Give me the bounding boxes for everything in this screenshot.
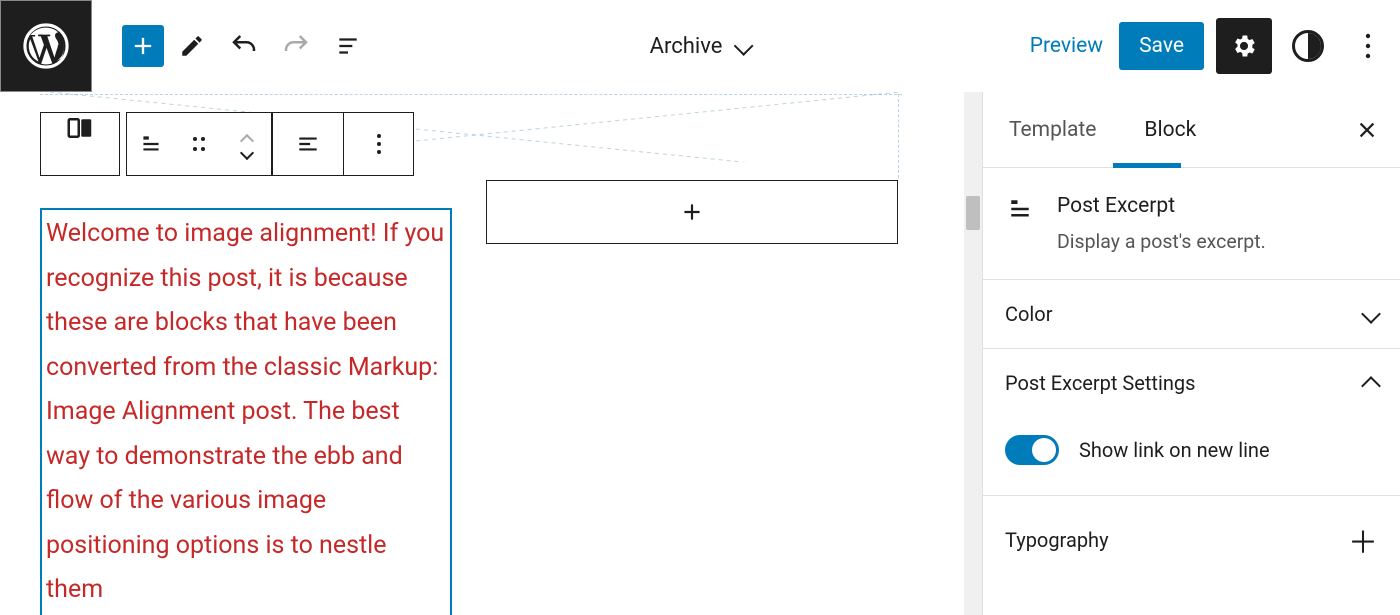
block-tool-group bbox=[126, 112, 272, 176]
list-view-icon bbox=[335, 33, 361, 59]
styles-button[interactable] bbox=[1284, 22, 1332, 70]
dots-vertical-icon bbox=[1365, 33, 1371, 59]
gear-icon bbox=[1230, 32, 1258, 60]
align-left-icon bbox=[295, 131, 321, 157]
block-card-description: Display a post's excerpt. bbox=[1057, 230, 1266, 253]
more-options-button[interactable] bbox=[1344, 22, 1392, 70]
panel-color-label: Color bbox=[1005, 302, 1052, 326]
columns-icon bbox=[65, 113, 95, 143]
block-card-title: Post Excerpt bbox=[1057, 194, 1266, 218]
chevron-up-icon bbox=[1361, 376, 1381, 396]
dots-vertical-icon bbox=[376, 133, 382, 155]
drag-icon bbox=[189, 134, 209, 154]
block-more-button[interactable] bbox=[343, 113, 413, 175]
tab-template[interactable]: Template bbox=[1005, 94, 1100, 166]
panel-excerpt-settings[interactable]: Post Excerpt Settings bbox=[983, 349, 1400, 417]
excerpt-text: Welcome to image alignment! If you recog… bbox=[46, 219, 444, 604]
redo-button[interactable] bbox=[272, 22, 320, 70]
post-excerpt-icon bbox=[1005, 194, 1035, 224]
wordpress-icon bbox=[23, 23, 69, 69]
styles-icon bbox=[1292, 30, 1324, 62]
canvas-scrollbar[interactable] bbox=[964, 92, 982, 615]
block-card: Post Excerpt Display a post's excerpt. bbox=[983, 168, 1400, 280]
undo-icon bbox=[229, 31, 259, 61]
transform-button[interactable] bbox=[127, 113, 175, 175]
close-sidebar-button[interactable] bbox=[1356, 119, 1378, 141]
document-title-button[interactable]: Archive bbox=[650, 34, 751, 59]
show-link-newline-label: Show link on new line bbox=[1079, 438, 1270, 462]
block-toolbar bbox=[40, 112, 414, 176]
panel-color[interactable]: Color bbox=[983, 280, 1400, 349]
tab-block[interactable]: Block bbox=[1140, 94, 1200, 166]
settings-sidebar: Template Block Post Excerpt Display a po… bbox=[982, 92, 1400, 615]
panel-settings-label: Post Excerpt Settings bbox=[1005, 371, 1195, 395]
toolbar-left bbox=[122, 22, 372, 70]
redo-icon bbox=[281, 31, 311, 61]
chevron-down-icon bbox=[1361, 304, 1381, 324]
plus-icon: ＋ bbox=[1348, 518, 1378, 562]
move-buttons[interactable] bbox=[223, 113, 271, 175]
chevron-down-icon bbox=[733, 36, 753, 56]
show-link-newline-row: Show link on new line bbox=[983, 417, 1400, 496]
editor-canvas: Welcome to image alignment! If you recog… bbox=[0, 92, 982, 615]
block-tool-group-2 bbox=[272, 112, 414, 176]
preview-button[interactable]: Preview bbox=[1026, 24, 1107, 68]
column-appender[interactable] bbox=[486, 180, 898, 244]
plus-icon bbox=[129, 32, 157, 60]
scrollbar-thumb[interactable] bbox=[966, 196, 980, 230]
close-icon bbox=[1356, 119, 1378, 141]
chevron-down-icon bbox=[240, 146, 254, 160]
add-block-button[interactable] bbox=[122, 25, 164, 67]
plus-icon bbox=[679, 199, 705, 225]
panel-typography[interactable]: Typography ＋ bbox=[983, 496, 1400, 584]
workspace: Welcome to image alignment! If you recog… bbox=[0, 92, 1400, 615]
block-type-button[interactable] bbox=[40, 112, 120, 176]
tools-button[interactable] bbox=[168, 22, 216, 70]
save-button[interactable]: Save bbox=[1119, 22, 1204, 70]
toolbar-right: Preview Save bbox=[1026, 18, 1392, 74]
editor-top-bar: Archive Preview Save bbox=[0, 0, 1400, 92]
sidebar-tabs: Template Block bbox=[983, 92, 1400, 168]
drag-handle[interactable] bbox=[175, 113, 223, 175]
show-link-newline-toggle[interactable] bbox=[1005, 435, 1059, 465]
panel-typography-label: Typography bbox=[1005, 528, 1109, 552]
list-view-button[interactable] bbox=[324, 22, 372, 70]
post-excerpt-block[interactable]: Welcome to image alignment! If you recog… bbox=[40, 208, 452, 615]
settings-button[interactable] bbox=[1216, 18, 1272, 74]
wp-logo[interactable] bbox=[0, 0, 92, 92]
post-excerpt-icon bbox=[138, 131, 164, 157]
undo-button[interactable] bbox=[220, 22, 268, 70]
align-button[interactable] bbox=[273, 113, 343, 175]
pencil-icon bbox=[179, 33, 205, 59]
document-title-text: Archive bbox=[650, 34, 723, 59]
tab-indicator bbox=[1113, 163, 1181, 168]
